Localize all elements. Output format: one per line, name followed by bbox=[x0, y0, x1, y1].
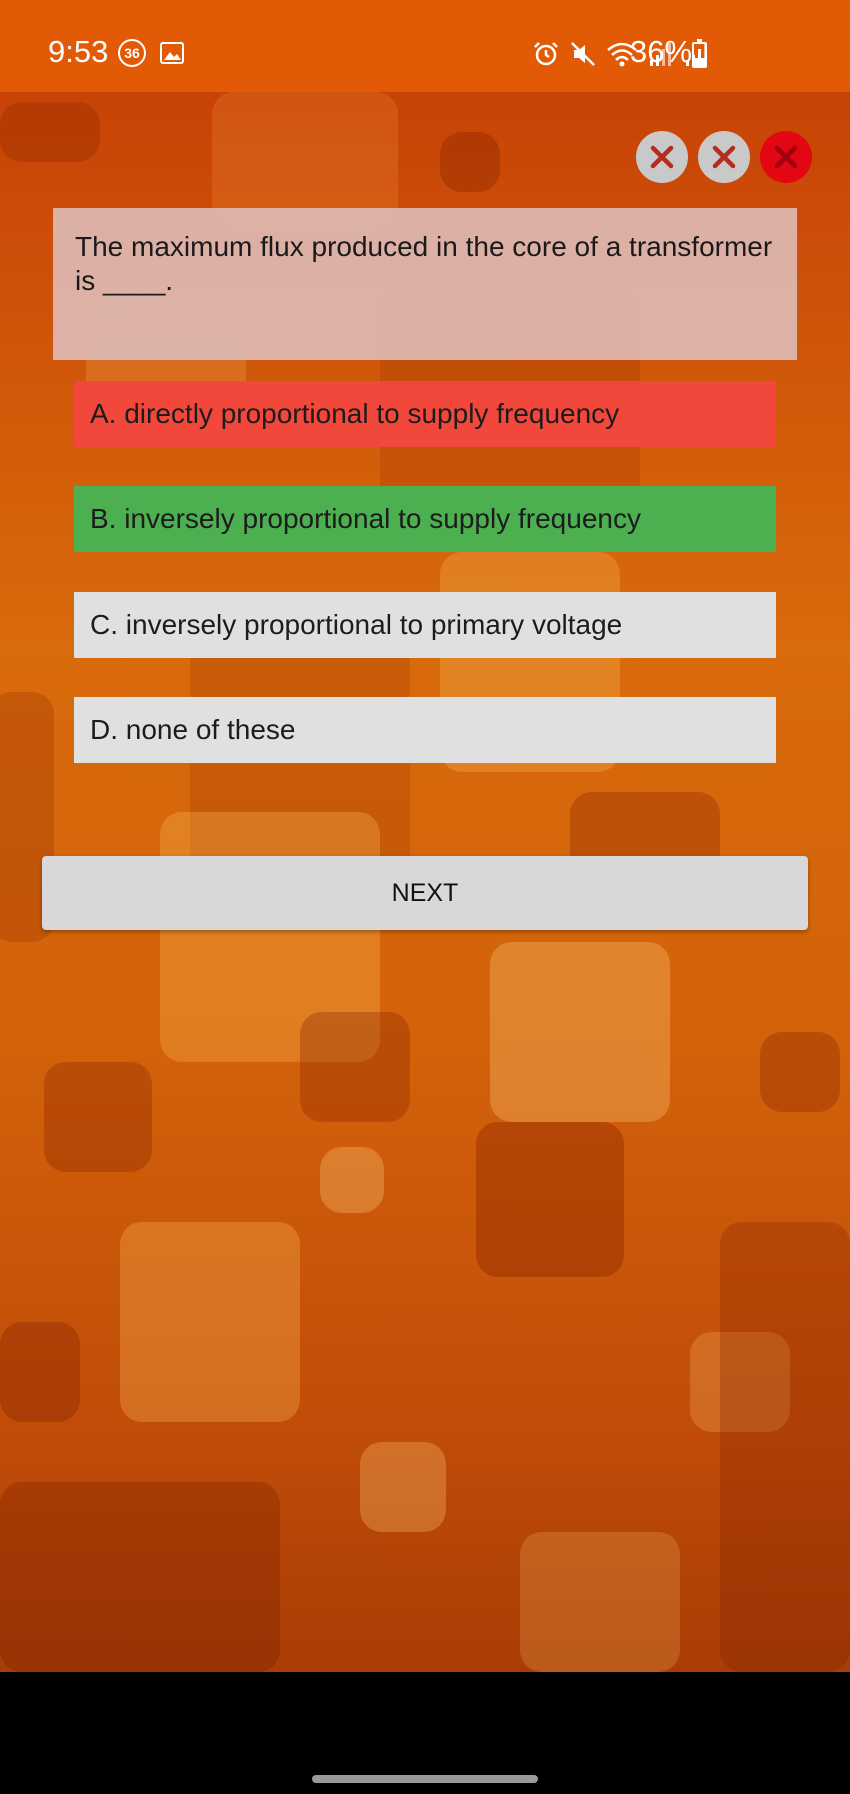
status-time: 9:53 bbox=[48, 34, 109, 69]
question-card: The maximum flux produced in the core of… bbox=[53, 208, 797, 360]
battery-level bbox=[694, 58, 705, 66]
background-tile bbox=[760, 1032, 840, 1112]
background-tile bbox=[300, 1012, 410, 1122]
background-tile bbox=[0, 1322, 80, 1422]
close-icon bbox=[650, 145, 674, 169]
question-text: The maximum flux produced in the core of… bbox=[75, 231, 773, 296]
home-gesture-handle[interactable] bbox=[312, 1775, 538, 1783]
life-indicator-active bbox=[760, 131, 812, 183]
background-tile bbox=[0, 102, 100, 162]
background-tile bbox=[0, 1482, 280, 1672]
option-a-button[interactable]: A. directly proportional to supply frequ… bbox=[74, 381, 776, 447]
life-indicator-used bbox=[636, 131, 688, 183]
close-icon bbox=[712, 145, 736, 169]
background-tile bbox=[520, 1532, 680, 1672]
gallery-icon bbox=[160, 42, 184, 64]
background-tile bbox=[720, 1222, 850, 1672]
background-tile bbox=[320, 1147, 384, 1213]
mute-icon bbox=[571, 42, 595, 66]
battery-icon bbox=[692, 39, 707, 68]
background-tile bbox=[44, 1062, 152, 1172]
next-button[interactable]: NEXT bbox=[42, 856, 808, 930]
option-b-button[interactable]: B. inversely proportional to supply freq… bbox=[74, 486, 776, 552]
background-tile bbox=[476, 1122, 624, 1277]
status-bar: 9:53 36 36% bbox=[0, 0, 850, 92]
background-tile bbox=[120, 1222, 300, 1422]
notification-badge: 36 bbox=[118, 39, 146, 67]
background-tile bbox=[360, 1442, 446, 1532]
battery-text: 36% bbox=[630, 34, 693, 69]
option-d-button[interactable]: D. none of these bbox=[74, 697, 776, 763]
close-icon bbox=[774, 145, 798, 169]
background-tile bbox=[490, 942, 670, 1122]
background-tile bbox=[440, 132, 500, 192]
alarm-icon bbox=[534, 42, 558, 66]
option-c-button[interactable]: C. inversely proportional to primary vol… bbox=[74, 592, 776, 658]
life-indicator-used bbox=[698, 131, 750, 183]
